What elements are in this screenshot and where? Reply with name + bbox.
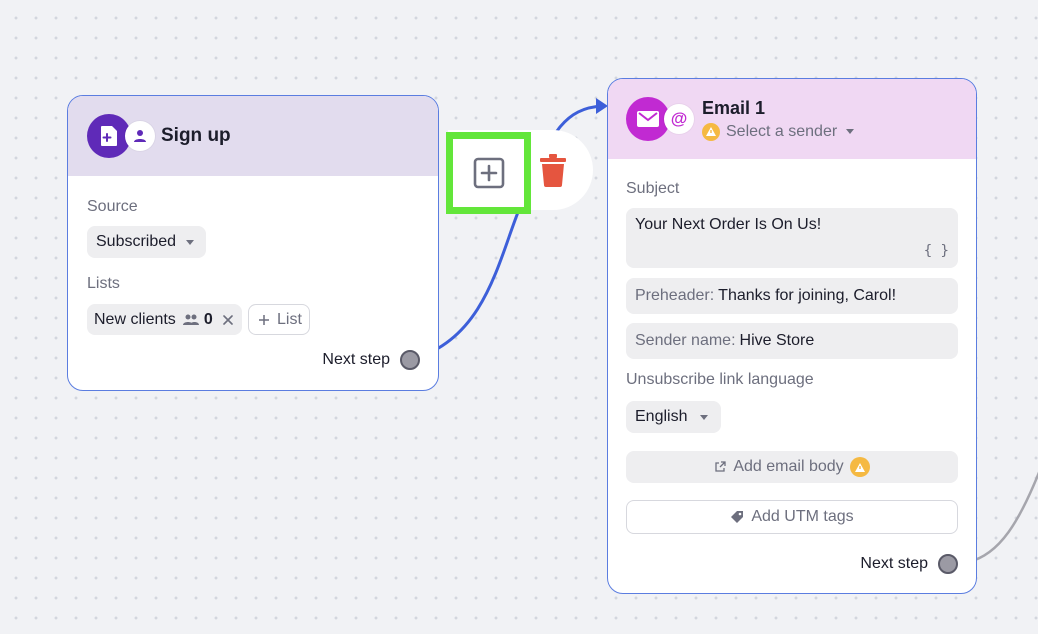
plus-icon [259, 314, 269, 325]
preheader-field[interactable]: Preheader: Thanks for joining, Carol! [626, 278, 958, 314]
user-icon [125, 121, 155, 151]
delete-step-button[interactable] [535, 150, 571, 190]
sender-name-field[interactable]: Sender name: Hive Store [626, 323, 958, 359]
connector-email-outgoing [967, 471, 1038, 564]
group-icon [182, 314, 199, 325]
add-utm-tags-button[interactable]: Add UTM tags [626, 500, 958, 534]
preheader-label: Preheader: [635, 287, 715, 304]
source-dropdown[interactable]: Subscribed [87, 226, 207, 258]
email-node-title: Email 1 [702, 97, 766, 118]
lists-label: Lists [87, 275, 120, 292]
warning-icon [849, 457, 870, 477]
unsubscribe-language-label: Unsubscribe link language [626, 371, 814, 388]
source-dropdown-value: Subscribed [96, 233, 177, 250]
external-link-icon [715, 461, 726, 472]
list-chip-count: 0 [203, 310, 213, 328]
chevron-down-icon [186, 239, 195, 245]
add-email-body-button[interactable]: Add email body [626, 451, 958, 483]
subject-field[interactable]: Your Next Order Is On Us! { } [626, 208, 958, 268]
source-label: Source [87, 198, 138, 215]
plus-square-icon [473, 157, 504, 189]
chevron-down-icon [846, 129, 855, 134]
signup-next-step: Next step [322, 350, 420, 370]
subject-label: Subject [626, 180, 680, 197]
warning-icon [702, 122, 720, 141]
email-node[interactable]: @ Email 1 Select a sender Subject Your N… [607, 78, 977, 594]
email-node-header[interactable]: @ Email 1 Select a sender [608, 79, 976, 159]
language-dropdown-value: English [635, 408, 688, 425]
chevron-down-icon [700, 414, 709, 420]
sender-name-value: Hive Store [739, 332, 815, 349]
language-dropdown[interactable]: English [626, 401, 722, 433]
add-step-button[interactable] [446, 132, 531, 214]
variables-icon[interactable]: { } [924, 243, 949, 259]
trash-icon [540, 154, 566, 187]
signup-next-step-handle[interactable] [400, 350, 420, 370]
email-next-step-handle[interactable] [938, 554, 958, 574]
email-next-step-label: Next step [860, 555, 928, 572]
signup-node[interactable]: Sign up Source Subscribed Lists New clie… [67, 95, 439, 391]
close-icon[interactable] [222, 314, 233, 325]
add-list-label: List [277, 310, 302, 328]
email-next-step: Next step [860, 554, 958, 574]
sender-select-placeholder: Select a sender [726, 122, 838, 140]
list-chip[interactable]: New clients 0 [87, 304, 242, 335]
add-utm-tags-label: Add UTM tags [751, 508, 854, 525]
signup-next-step-label: Next step [322, 351, 390, 368]
subject-value: Your Next Order Is On Us! [635, 216, 822, 233]
signup-node-header[interactable]: Sign up [68, 96, 438, 176]
preheader-value: Thanks for joining, Carol! [718, 287, 897, 304]
signup-node-title: Sign up [161, 125, 231, 146]
at-sign-icon: @ [664, 104, 694, 134]
list-chip-name: New clients [94, 310, 176, 328]
sender-select[interactable]: Select a sender [702, 122, 855, 141]
sender-name-label: Sender name: [635, 332, 736, 349]
add-email-body-label: Add email body [733, 458, 844, 475]
add-list-button[interactable]: List [248, 304, 310, 335]
tag-icon [731, 511, 744, 523]
